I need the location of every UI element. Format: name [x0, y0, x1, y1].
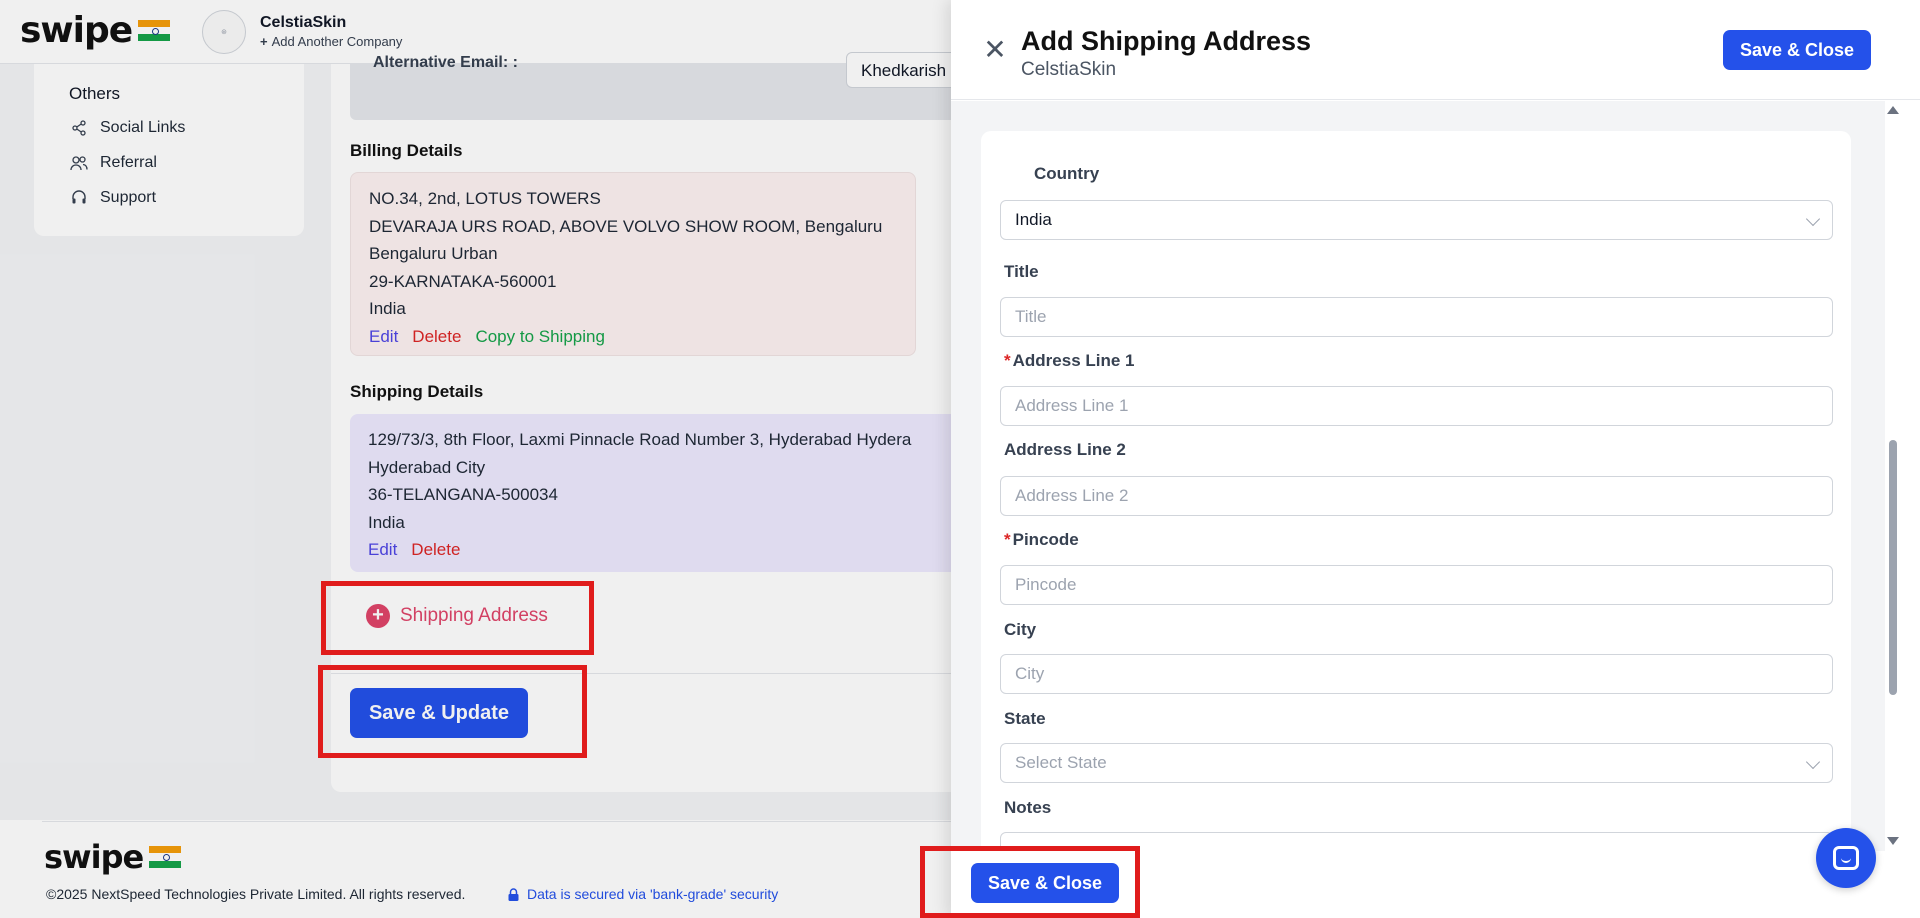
pincode-input[interactable]: Pincode — [1000, 565, 1833, 605]
address-form: Country India Title Title * Address Line … — [981, 131, 1851, 851]
address-line-2-input[interactable]: Address Line 2 — [1000, 476, 1833, 516]
title-placeholder: Title — [1015, 307, 1047, 326]
address-line-1-placeholder: Address Line 1 — [1015, 396, 1129, 415]
address-line-1-input[interactable]: Address Line 1 — [1000, 386, 1833, 426]
city-label: City — [1004, 620, 1037, 639]
pincode-label: * Pincode — [1004, 530, 1079, 550]
country-label: Country — [1034, 164, 1100, 183]
city-input[interactable]: City — [1000, 654, 1833, 694]
state-placeholder: Select State — [1015, 753, 1107, 772]
address-line-1-label-text: Address Line 1 — [1012, 351, 1135, 370]
drawer-header: ✕ Add Shipping Address CelstiaSkin Save … — [951, 0, 1920, 100]
state-label: State — [1004, 709, 1046, 728]
pincode-placeholder: Pincode — [1015, 575, 1077, 594]
country-value: India — [1015, 210, 1052, 229]
chevron-down-icon — [1805, 211, 1821, 227]
country-select[interactable]: India — [1000, 200, 1833, 240]
title-label: Title — [1004, 262, 1039, 281]
drawer-subtitle: CelstiaSkin — [1021, 59, 1117, 80]
required-marker: * — [1004, 530, 1011, 549]
save-close-button-bottom[interactable]: Save & Close — [971, 863, 1119, 903]
address-line-2-label: Address Line 2 — [1004, 440, 1126, 459]
notes-input[interactable] — [1000, 832, 1833, 851]
close-icon[interactable]: ✕ — [983, 36, 1007, 64]
chat-support-button[interactable] — [1816, 828, 1876, 888]
drawer-title: Add Shipping Address — [1021, 26, 1311, 56]
title-input[interactable]: Title — [1000, 297, 1833, 337]
save-close-button-top[interactable]: Save & Close — [1723, 30, 1871, 70]
scroll-down-arrow-icon[interactable] — [1887, 837, 1899, 845]
state-select[interactable]: Select State — [1000, 743, 1833, 783]
scroll-up-arrow-icon[interactable] — [1887, 106, 1899, 114]
chevron-down-icon — [1805, 754, 1821, 770]
scrollbar-thumb[interactable] — [1889, 440, 1897, 695]
drawer-body: Country India Title Title * Address Line … — [951, 101, 1891, 851]
address-line-1-label: * Address Line 1 — [1004, 351, 1135, 371]
address-line-2-placeholder: Address Line 2 — [1015, 486, 1129, 505]
city-placeholder: City — [1015, 664, 1045, 683]
add-shipping-drawer: ✕ Add Shipping Address CelstiaSkin Save … — [951, 0, 1920, 918]
pincode-label-text: Pincode — [1012, 530, 1079, 549]
required-marker: * — [1004, 351, 1011, 370]
notes-label: Notes — [1004, 798, 1052, 817]
chat-icon — [1833, 846, 1859, 870]
